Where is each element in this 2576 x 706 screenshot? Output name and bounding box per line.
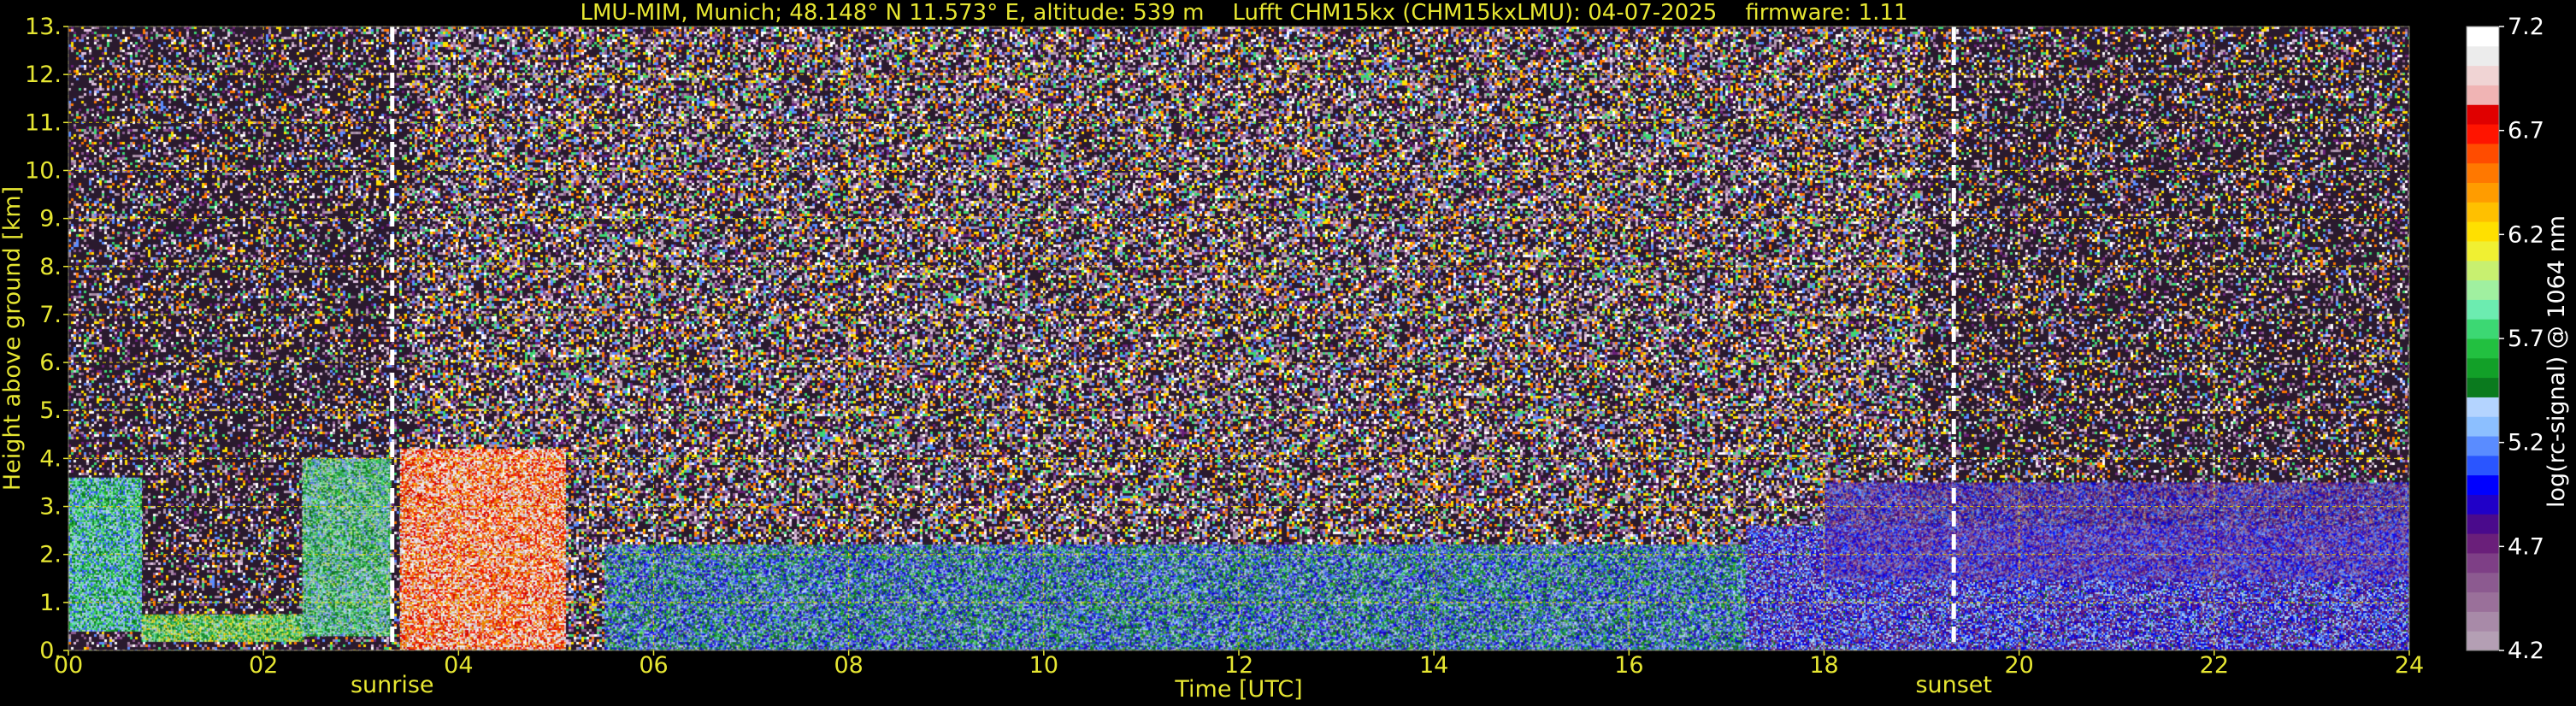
colorbar-tick-label: 4.2 bbox=[2508, 638, 2544, 664]
colorbar-tick-label: 7.2 bbox=[2508, 14, 2544, 40]
colorbar-segment bbox=[2467, 162, 2499, 183]
x-axis-label: Time [UTC] bbox=[1174, 676, 1302, 703]
x-tick-label: 16 bbox=[1614, 652, 1643, 679]
x-tick-label: 10 bbox=[1029, 652, 1058, 679]
colorbar-segment bbox=[2467, 455, 2499, 476]
colorbar-segment bbox=[2467, 182, 2499, 203]
colorbar-segment bbox=[2467, 416, 2499, 437]
chart-title: LMU-MIM, Munich; 48.148° N 11.573° E, al… bbox=[580, 0, 1907, 26]
colorbar-tick-label: 6.7 bbox=[2508, 118, 2544, 144]
y-axis-label: Height above ground [km] bbox=[0, 186, 26, 491]
ceilometer-figure: LMU-MIM, Munich; 48.148° N 11.573° E, al… bbox=[0, 0, 2576, 706]
y-tick-label: 0. bbox=[39, 638, 62, 664]
colorbar-segment bbox=[2467, 474, 2499, 495]
y-tick-label: 4. bbox=[39, 445, 62, 472]
x-tick-label: 18 bbox=[1809, 652, 1838, 679]
colorbar-segment bbox=[2467, 26, 2499, 47]
colorbar-segment bbox=[2467, 514, 2499, 534]
colorbar-segment bbox=[2467, 279, 2499, 300]
colorbar-segment bbox=[2467, 143, 2499, 164]
colorbar-segment bbox=[2467, 124, 2499, 144]
sunrise-label: sunrise bbox=[351, 672, 434, 698]
y-tick-label: 5. bbox=[39, 397, 62, 424]
x-tick-label: 02 bbox=[249, 652, 278, 679]
colorbar-label: log(rc-signal) @ 1064 nm bbox=[2544, 215, 2570, 508]
colorbar-segment bbox=[2467, 494, 2499, 515]
colorbar-segment bbox=[2467, 631, 2499, 651]
colorbar-segment bbox=[2467, 572, 2499, 593]
y-tick-label: 2. bbox=[39, 542, 62, 568]
colorbar-segment bbox=[2467, 260, 2499, 281]
colorbar-segment bbox=[2467, 104, 2499, 125]
colorbar-tick-label: 5.2 bbox=[2508, 430, 2544, 456]
colorbar-segment bbox=[2467, 65, 2499, 85]
x-tick-label: 12 bbox=[1224, 652, 1253, 679]
x-tick-label: 14 bbox=[1419, 652, 1448, 679]
colorbar-segment bbox=[2467, 357, 2499, 379]
colorbar-segment bbox=[2467, 202, 2499, 222]
colorbar-segment bbox=[2467, 377, 2499, 397]
colorbar-tick-label: 5.7 bbox=[2508, 326, 2544, 352]
y-tick-label: 6. bbox=[39, 350, 62, 376]
colorbar-segment bbox=[2467, 436, 2499, 456]
x-tick-label: 06 bbox=[639, 652, 668, 679]
sunset-label: sunset bbox=[1915, 672, 1992, 698]
y-tick-label: 3. bbox=[39, 494, 62, 521]
colorbar-segment bbox=[2467, 611, 2499, 632]
y-tick-label: 10. bbox=[25, 157, 62, 184]
y-tick-label: 8. bbox=[39, 254, 62, 280]
colorbar-segment bbox=[2467, 85, 2499, 105]
colorbar bbox=[2466, 26, 2500, 651]
backscatter-heatmap bbox=[68, 26, 2409, 650]
y-tick-label: 1. bbox=[39, 590, 62, 616]
x-tick-label: 22 bbox=[2200, 652, 2229, 679]
colorbar-segment bbox=[2467, 319, 2499, 339]
colorbar-segment bbox=[2467, 338, 2499, 359]
heatmap-raster bbox=[68, 26, 2409, 650]
y-tick-label: 12. bbox=[25, 62, 62, 88]
plot-area: sunrise sunset bbox=[68, 26, 2410, 698]
x-tick-label: 20 bbox=[2004, 652, 2033, 679]
colorbar-segment bbox=[2467, 45, 2499, 67]
x-tick-label: 24 bbox=[2395, 652, 2424, 679]
y-tick-label: 13. bbox=[25, 14, 62, 40]
y-tick-label: 9. bbox=[39, 206, 62, 232]
colorbar-segment bbox=[2467, 397, 2499, 417]
colorbar-tick-label: 6.2 bbox=[2508, 221, 2544, 248]
colorbar-segment bbox=[2467, 533, 2499, 554]
y-tick-label: 11. bbox=[25, 109, 62, 136]
x-tick-label: 08 bbox=[834, 652, 863, 679]
colorbar-tick-label: 4.7 bbox=[2508, 533, 2544, 560]
colorbar-segment bbox=[2467, 221, 2499, 242]
y-tick-label: 7. bbox=[39, 302, 62, 328]
x-tick-label: 04 bbox=[444, 652, 473, 679]
colorbar-segment bbox=[2467, 591, 2499, 612]
colorbar-segment bbox=[2467, 552, 2499, 574]
colorbar-segment bbox=[2467, 299, 2499, 320]
colorbar-segment bbox=[2467, 240, 2499, 262]
